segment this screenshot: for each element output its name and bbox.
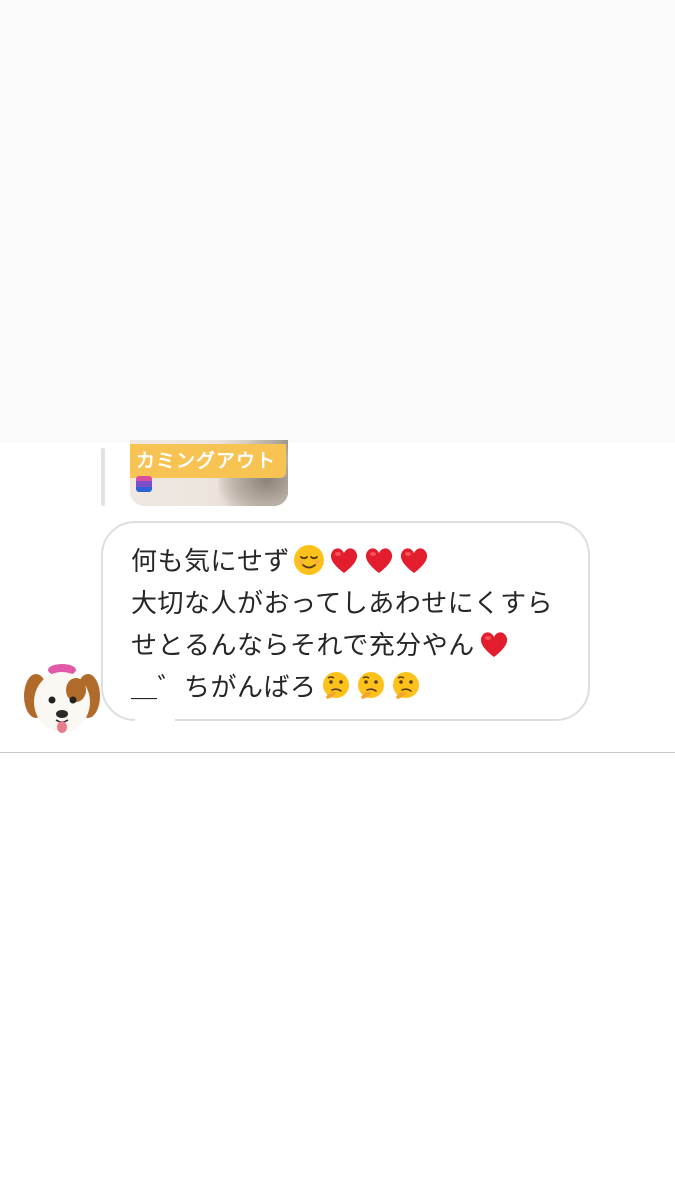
reply-story-thumbnail[interactable]: カミングアウト (130, 440, 288, 506)
message-line-4: ＿゛ちがんばろ (131, 667, 568, 709)
thinking-face-emoji (390, 670, 422, 702)
message-text: ＿゛ちがんばろ (131, 673, 317, 703)
message-bubble[interactable]: 何も気にせず 大切な人がおってしあわせにくすら せとるんならそれで充分やん ＿゛… (101, 521, 590, 721)
red-heart-emoji (363, 544, 395, 576)
dog-memoji-icon[interactable] (20, 660, 104, 740)
relieved-face-emoji (293, 544, 325, 576)
message-text: 何も気にせず (131, 547, 291, 577)
message-text: 大切な人がおってしあわせにくすら (131, 589, 554, 619)
reply-indicator-bar (101, 448, 105, 506)
message-line-2: 大切な人がおってしあわせにくすら (131, 583, 568, 625)
pride-flag-icon (136, 476, 152, 492)
reply-story-label: カミングアウト (130, 444, 287, 478)
bubble-tail-cover (135, 708, 175, 728)
thinking-face-emoji (355, 670, 387, 702)
empty-top-region (0, 0, 675, 443)
flag-stripe-blue (136, 486, 152, 492)
message-text: せとるんならそれで充分やん (131, 631, 475, 661)
message-line-3: せとるんならそれで充分やん (131, 625, 568, 667)
red-heart-emoji (328, 544, 360, 576)
thinking-face-emoji (320, 670, 352, 702)
section-divider (0, 752, 675, 753)
red-heart-emoji (398, 544, 430, 576)
message-line-1: 何も気にせず (131, 541, 568, 583)
red-heart-emoji (478, 628, 510, 660)
